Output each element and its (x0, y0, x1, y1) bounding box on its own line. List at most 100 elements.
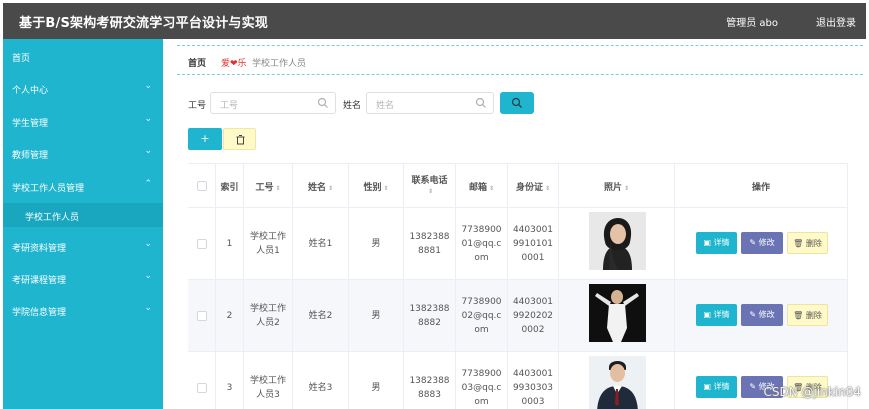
cell-id: 学校工作人员3 (244, 352, 293, 409)
cell-index: 2 (216, 280, 244, 352)
id-search-input[interactable]: 工号 (210, 92, 336, 114)
select-all-checkbox[interactable] (197, 181, 207, 191)
cell-idcard: 440300199303030003 (508, 352, 559, 409)
sidebar-item-label: 个人中心 (12, 86, 49, 96)
column-header-label: 索引 (220, 183, 239, 193)
chevron-up-icon: ⌃ (144, 179, 152, 189)
batch-delete-button[interactable] (223, 128, 256, 150)
sort-icon[interactable]: ⇕ (328, 185, 333, 192)
app-window: 基于B/S架构考研交流学习平台设计与实现 管理员 abo 退出登录 首页 个人中… (0, 0, 869, 409)
row-select (188, 352, 216, 409)
current-user: 管理员 abo (726, 18, 778, 29)
sidebar-item-students[interactable]: 学生管理 ⌄ (3, 109, 163, 133)
column-header[interactable]: 照片 ⇕ (559, 164, 675, 208)
sidebar-item-teachers[interactable]: 教师管理 ⌄ (3, 141, 163, 165)
id-search-label: 工号 (188, 101, 207, 111)
detail-button[interactable]: ▣ 详情 (696, 376, 737, 398)
breadcrumb-home[interactable]: 首页 (188, 56, 206, 69)
column-header-label: 操作 (751, 183, 770, 193)
breadcrumb-current: 学校工作人员 (252, 59, 307, 69)
sidebar-item-staff[interactable]: 学校工作人员 (3, 203, 163, 227)
column-header[interactable]: 身份证 ⇕ (508, 164, 559, 208)
sort-icon[interactable]: ⇕ (545, 185, 550, 192)
breadcrumb: 首页 爱❤乐 学校工作人员 (177, 45, 863, 75)
sidebar-item-label: 考研课程管理 (12, 276, 67, 286)
column-header[interactable]: 邮箱 ⇕ (456, 164, 508, 208)
cell-name: 姓名1 (293, 208, 349, 280)
staff-table: 索引 工号 ⇕ 姓名 ⇕ 性别 ⇕ 联系电话 ⇕ 邮箱 ⇕ 身份证 ⇕ 照片 ⇕ 操作 1 学… (188, 163, 848, 409)
sort-icon[interactable]: ⇕ (275, 185, 280, 192)
column-header[interactable]: 性别 ⇕ (349, 164, 404, 208)
cell-phone: 13823888883 (404, 352, 456, 409)
sidebar-item-label: 教师管理 (12, 151, 49, 161)
name-search-placeholder: 姓名 (376, 101, 395, 111)
column-header-label: 联系电话 (411, 176, 448, 186)
edit-button[interactable]: ✎ 修改 (741, 232, 783, 254)
sidebar: 首页 个人中心 ⌄ 学生管理 ⌄ 教师管理 ⌄ 学校工作人员管理 ⌃ 学校工作人… (3, 39, 163, 409)
row-checkbox[interactable] (197, 311, 207, 321)
cell-photo (559, 208, 675, 280)
column-header[interactable]: 姓名 ⇕ (293, 164, 349, 208)
sort-icon[interactable]: ⇕ (624, 185, 629, 192)
cell-gender: 男 (349, 352, 404, 409)
chevron-down-icon: ⌄ (144, 114, 152, 124)
detail-button[interactable]: ▣ 详情 (696, 232, 737, 254)
sidebar-item-label: 首页 (12, 54, 31, 64)
row-select (188, 280, 216, 352)
cell-actions: ▣ 详情 ✎ 修改 🗑 删除 (675, 280, 848, 352)
row-checkbox[interactable] (197, 383, 207, 393)
main-content: 首页 爱❤乐 学校工作人员 工号 工号 姓名 姓名 + 索引 工号 ⇕ 姓名 ⇕… (163, 39, 869, 409)
column-header[interactable]: 联系电话 ⇕ (404, 164, 456, 208)
logout-link[interactable]: 退出登录 (816, 14, 856, 29)
sidebar-item-materials[interactable]: 考研资料管理 ⌄ (3, 234, 163, 258)
column-header-label: 身份证 (515, 183, 543, 193)
detail-button[interactable]: ▣ 详情 (696, 304, 737, 326)
staff-photo (589, 356, 646, 409)
sort-icon[interactable]: ⇕ (383, 185, 388, 192)
cell-gender: 男 (349, 208, 404, 280)
cell-idcard: 440300199202020002 (508, 280, 559, 352)
column-header[interactable]: 工号 ⇕ (244, 164, 293, 208)
delete-button[interactable]: 🗑 删除 (787, 232, 828, 254)
top-header: 基于B/S架构考研交流学习平台设计与实现 管理员 abo 退出登录 (3, 3, 866, 39)
column-header-label: 性别 (363, 183, 382, 193)
sidebar-item-staff-management[interactable]: 学校工作人员管理 ⌃ (3, 174, 163, 198)
edit-button[interactable]: ✎ 修改 (741, 304, 783, 326)
row-checkbox[interactable] (197, 239, 207, 249)
search-icon (475, 97, 486, 108)
chevron-down-icon: ⌄ (144, 81, 152, 91)
column-header: 索引 (216, 164, 244, 208)
add-button[interactable]: + (188, 128, 222, 150)
staff-photo (589, 212, 646, 270)
chevron-down-icon: ⌄ (144, 271, 152, 281)
column-header-label: 邮箱 (468, 183, 487, 193)
cell-photo (559, 280, 675, 352)
cell-id: 学校工作人员2 (244, 280, 293, 352)
search-icon (317, 97, 328, 108)
column-header-label: 工号 (255, 183, 274, 193)
sidebar-item-label: 学院信息管理 (12, 308, 67, 318)
sort-icon[interactable]: ⇕ (428, 188, 433, 195)
cell-email: 773890001@qq.com (456, 208, 508, 280)
sidebar-item-courses[interactable]: 考研课程管理 ⌄ (3, 266, 163, 290)
sidebar-item-college-info[interactable]: 学院信息管理 ⌄ (3, 298, 163, 322)
cell-id: 学校工作人员1 (244, 208, 293, 280)
cell-photo (559, 352, 675, 409)
chevron-down-icon: ⌄ (144, 303, 152, 313)
column-header-label: 姓名 (307, 183, 326, 193)
sidebar-item-home[interactable]: 首页 (3, 44, 163, 68)
cell-phone: 13823888882 (404, 280, 456, 352)
id-search-placeholder: 工号 (220, 101, 239, 111)
sidebar-item-profile[interactable]: 个人中心 ⌄ (3, 76, 163, 100)
chevron-down-icon: ⌄ (144, 146, 152, 156)
sort-icon[interactable]: ⇕ (489, 185, 494, 192)
delete-button[interactable]: 🗑 删除 (787, 304, 828, 326)
staff-photo (589, 284, 646, 342)
cell-email: 773890002@qq.com (456, 280, 508, 352)
cell-idcard: 440300199101010001 (508, 208, 559, 280)
csdn-watermark: CSDN @jinkin04 (763, 385, 861, 399)
name-search-input[interactable]: 姓名 (366, 92, 494, 114)
search-button[interactable] (500, 92, 534, 114)
chevron-down-icon: ⌄ (144, 239, 152, 249)
name-search-label: 姓名 (343, 101, 362, 111)
